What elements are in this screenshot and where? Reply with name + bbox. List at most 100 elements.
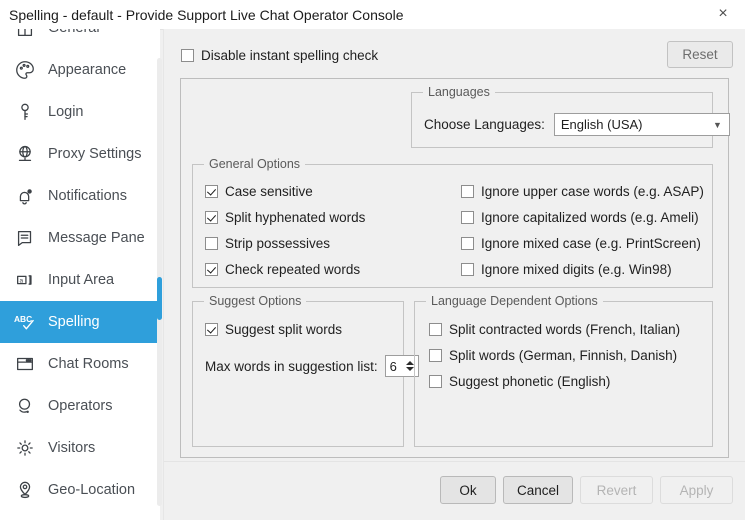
title-bar: Spelling - default - Provide Support Liv… (0, 0, 745, 30)
sidebar-item-input-area[interactable]: a Input Area (0, 259, 160, 301)
map-pin-icon (10, 476, 40, 504)
checkbox-box (181, 49, 194, 62)
checkbox-box (461, 185, 474, 198)
sidebar-list: General Appearance Login Proxy Settings Noti… (0, 29, 160, 520)
sidebar-item-label: Proxy Settings (48, 146, 142, 162)
sidebar-item-login[interactable]: Login (0, 91, 160, 133)
sidebar-item-appearance[interactable]: Appearance (0, 49, 160, 91)
chevron-up-icon[interactable] (405, 361, 414, 365)
checkbox-box (205, 185, 218, 198)
revert-button: Revert (580, 476, 653, 504)
general-icon (10, 29, 40, 42)
checkbox-box (461, 263, 474, 276)
ignore-mixed-digits-checkbox[interactable]: Ignore mixed digits (e.g. Win98) (461, 262, 672, 277)
sidebar-item-label: Geo-Location (48, 482, 136, 498)
check-repeated-words-checkbox[interactable]: Check repeated words (205, 262, 360, 277)
sidebar-item-label: Login (48, 104, 84, 120)
choose-languages-row: Choose Languages: English (USA) ▼ (424, 113, 730, 136)
window-icon (10, 350, 40, 378)
split-words-checkbox-label: Split words (German, Finnish, Danish) (449, 348, 678, 363)
close-icon[interactable]: × (701, 0, 745, 28)
checkbox-box (205, 323, 218, 336)
spelling-options-panel: Languages Choose Languages: English (USA… (180, 78, 730, 458)
checkbox-box (461, 237, 474, 250)
sidebar-item-operators[interactable]: Operators (0, 385, 160, 427)
key-icon (10, 98, 40, 126)
split-hyphenated-words-checkbox-label: Split hyphenated words (225, 210, 366, 225)
stepper-arrows[interactable] (405, 356, 414, 376)
svg-text:a: a (20, 277, 24, 284)
globe-icon (10, 140, 40, 168)
checkbox-box (429, 323, 442, 336)
ignore-upper-case-words-checkbox-label: Ignore upper case words (e.g. ASAP) (481, 184, 704, 199)
choose-languages-select[interactable]: English (USA) ▼ (553, 113, 730, 136)
top-bar: Disable instant spelling check Reset (164, 29, 745, 78)
sidebar-item-label: General (48, 29, 100, 36)
sidebar-item-label: Spelling (48, 314, 100, 330)
abc-check-icon: ABC (10, 308, 40, 336)
gear-icon (10, 434, 40, 462)
suggest-options-group: Suggest Options Suggest split words Max … (192, 294, 419, 447)
sidebar-item-chat-rooms[interactable]: Chat Rooms (0, 343, 160, 385)
sidebar-item-message-pane[interactable]: Message Pane (0, 217, 160, 259)
sidebar-item-label: Message Pane (48, 230, 145, 246)
languages-group: Languages Choose Languages: English (USA… (411, 85, 730, 148)
chevron-down-icon[interactable] (405, 367, 414, 371)
check-repeated-words-checkbox-label: Check repeated words (225, 262, 361, 277)
palette-icon (10, 56, 40, 84)
ignore-mixed-case-checkbox-label: Ignore mixed case (e.g. PrintScreen) (481, 236, 701, 251)
general-options-group-title: General Options (204, 157, 306, 171)
dialog-footer: Ok Cancel Revert Apply (164, 461, 745, 520)
apply-button: Apply (660, 476, 733, 504)
sidebar-item-visitors[interactable]: Visitors (0, 427, 160, 469)
content-area: Disable instant spelling check Reset Lan… (164, 29, 745, 520)
chevron-down-icon: ▼ (712, 119, 722, 130)
split-contracted-words-checkbox-label: Split contracted words (French, Italian) (449, 322, 681, 337)
ok-button[interactable]: Ok (440, 476, 496, 504)
sidebar-item-label: Visitors (48, 440, 96, 456)
sidebar-item-label: Operators (48, 398, 113, 414)
max-words-row: Max words in suggestion list: 6 (205, 355, 419, 377)
sidebar-item-label: Appearance (48, 62, 127, 78)
suggest-split-words-label: Suggest split words (225, 322, 343, 337)
split-contracted-words-checkbox[interactable]: Split contracted words (French, Italian) (429, 322, 680, 337)
max-words-label: Max words in suggestion list: (205, 358, 378, 374)
sidebar[interactable]: General Appearance Login Proxy Settings Noti… (0, 29, 160, 520)
sidebar-scrollbar-thumb[interactable] (157, 277, 162, 320)
checkbox-box (461, 211, 474, 224)
split-hyphenated-words-checkbox[interactable]: Split hyphenated words (205, 210, 365, 225)
cancel-button[interactable]: Cancel (503, 476, 573, 504)
sidebar-item-geo-location[interactable]: Geo-Location (0, 469, 160, 511)
general-options-group: General Options Case sensitive Split hyph… (192, 157, 713, 288)
checkbox-box (429, 349, 442, 362)
sidebar-scrollbar-track[interactable] (157, 58, 162, 506)
case-sensitive-checkbox[interactable]: Case sensitive (205, 184, 313, 199)
sidebar-item-proxy-settings[interactable]: Proxy Settings (0, 133, 160, 175)
window-title: Spelling - default - Provide Support Liv… (9, 6, 404, 23)
disable-instant-spelling-check-label: Disable instant spelling check (201, 48, 379, 63)
ignore-capitalized-words-checkbox[interactable]: Ignore capitalized words (e.g. Ameli) (461, 210, 699, 225)
sidebar-item-spelling[interactable]: ABC Spelling (0, 301, 160, 343)
suggest-phonetic-checkbox[interactable]: Suggest phonetic (English) (429, 374, 610, 389)
sidebar-item-notifications[interactable]: Notifications (0, 175, 160, 217)
strip-possessives-checkbox[interactable]: Strip possessives (205, 236, 330, 251)
choose-languages-label: Choose Languages: (424, 117, 545, 132)
checkbox-box (429, 375, 442, 388)
settings-window: Spelling - default - Provide Support Liv… (0, 0, 745, 520)
ignore-upper-case-words-checkbox[interactable]: Ignore upper case words (e.g. ASAP) (461, 184, 704, 199)
sidebar-item-label: Chat Rooms (48, 356, 129, 372)
language-dependent-options-group-title: Language Dependent Options (426, 294, 603, 308)
ignore-capitalized-words-checkbox-label: Ignore capitalized words (e.g. Ameli) (481, 210, 699, 225)
sidebar-item-regional[interactable]: ARegional (0, 511, 160, 520)
sidebar-item-general[interactable]: General (0, 29, 160, 49)
reset-button[interactable]: Reset (667, 41, 733, 68)
split-words-checkbox[interactable]: Split words (German, Finnish, Danish) (429, 348, 677, 363)
suggest-split-words-checkbox[interactable]: Suggest split words (205, 322, 342, 337)
disable-instant-spelling-check-checkbox[interactable]: Disable instant spelling check (181, 48, 378, 63)
ignore-mixed-case-checkbox[interactable]: Ignore mixed case (e.g. PrintScreen) (461, 236, 701, 251)
message-pane-icon (10, 224, 40, 252)
checkbox-box (205, 263, 218, 276)
bell-icon (10, 182, 40, 210)
svg-text:ABC: ABC (14, 314, 32, 324)
suggest-phonetic-checkbox-label: Suggest phonetic (English) (449, 374, 611, 389)
